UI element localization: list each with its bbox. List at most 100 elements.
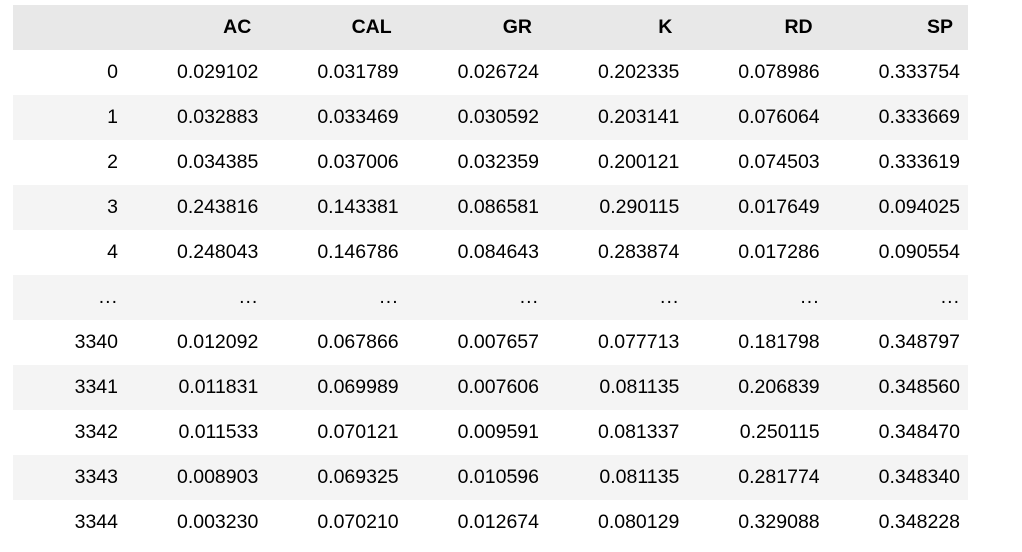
cell-gr: 0.030592 [406,95,547,140]
cell-rd: 0.281774 [687,455,828,500]
cell-rd: 0.181798 [687,320,828,365]
cell-k-ellipsis: ... [546,275,688,320]
cell-ac: 0.029102 [126,50,267,95]
index-column-header [13,5,126,50]
cell-sp: 0.348797 [827,320,968,365]
cell-rd: 0.250115 [687,410,828,455]
cell-sp: 0.348228 [827,500,968,545]
table-row: 2 0.034385 0.037006 0.032359 0.200121 0.… [13,140,968,185]
cell-k: 0.283874 [546,230,688,275]
cell-cal: 0.033469 [266,95,407,140]
cell-sp: 0.333669 [827,95,968,140]
row-index: 1 [13,95,126,140]
cell-ac: 0.243816 [126,185,267,230]
table-header: AC CAL GR K RD SP [13,5,968,50]
cell-sp: 0.094025 [827,185,968,230]
cell-rd: 0.206839 [687,365,828,410]
cell-ac-ellipsis: ... [126,275,267,320]
cell-ac: 0.003230 [126,500,267,545]
cell-ac: 0.034385 [126,140,267,185]
dataframe-table: AC CAL GR K RD SP 0 0.029102 0.031789 0.… [13,5,968,545]
cell-cal-ellipsis: ... [266,275,407,320]
cell-sp: 0.090554 [827,230,968,275]
cell-sp: 0.348340 [827,455,968,500]
cell-k: 0.081135 [546,365,688,410]
cell-cal: 0.037006 [266,140,407,185]
cell-ac: 0.248043 [126,230,267,275]
column-header-gr: GR [406,5,547,50]
cell-rd: 0.329088 [687,500,828,545]
row-index: 3344 [13,500,126,545]
cell-gr: 0.009591 [406,410,547,455]
table-row: 3341 0.011831 0.069989 0.007606 0.081135… [13,365,968,410]
column-header-cal: CAL [266,5,407,50]
cell-ac: 0.011533 [126,410,267,455]
cell-k: 0.290115 [546,185,688,230]
cell-sp-ellipsis: ... [827,275,968,320]
cell-sp: 0.333754 [827,50,968,95]
cell-sp: 0.348560 [827,365,968,410]
table-row: 3340 0.012092 0.067866 0.007657 0.077713… [13,320,968,365]
table-row: 3344 0.003230 0.070210 0.012674 0.080129… [13,500,968,545]
cell-cal: 0.031789 [266,50,407,95]
cell-sp: 0.348470 [827,410,968,455]
table-body: 0 0.029102 0.031789 0.026724 0.202335 0.… [13,50,968,545]
cell-cal: 0.146786 [266,230,407,275]
cell-sp: 0.333619 [827,140,968,185]
row-index: 3 [13,185,126,230]
cell-gr: 0.007606 [406,365,547,410]
cell-ac: 0.011831 [126,365,267,410]
cell-gr: 0.026724 [406,50,547,95]
cell-gr: 0.084643 [406,230,547,275]
row-index: 3342 [13,410,126,455]
column-header-k: K [546,5,688,50]
cell-k: 0.202335 [546,50,688,95]
cell-rd: 0.076064 [687,95,828,140]
cell-k: 0.203141 [546,95,688,140]
row-index: 3343 [13,455,126,500]
cell-rd: 0.078986 [687,50,828,95]
column-header-sp: SP [827,5,968,50]
cell-gr: 0.012674 [406,500,547,545]
column-header-rd: RD [687,5,828,50]
table-row: 0 0.029102 0.031789 0.026724 0.202335 0.… [13,50,968,95]
column-header-ac: AC [126,5,267,50]
cell-rd: 0.017286 [687,230,828,275]
cell-cal: 0.069325 [266,455,407,500]
cell-cal: 0.143381 [266,185,407,230]
header-row: AC CAL GR K RD SP [13,5,968,50]
cell-ac: 0.008903 [126,455,267,500]
cell-k: 0.080129 [546,500,688,545]
cell-cal: 0.070121 [266,410,407,455]
cell-ac: 0.032883 [126,95,267,140]
cell-k: 0.081135 [546,455,688,500]
row-index: 2 [13,140,126,185]
table-row: 4 0.248043 0.146786 0.084643 0.283874 0.… [13,230,968,275]
row-index: 3340 [13,320,126,365]
cell-cal: 0.070210 [266,500,407,545]
cell-gr: 0.010596 [406,455,547,500]
dataframe-container: AC CAL GR K RD SP 0 0.029102 0.031789 0.… [0,0,1022,545]
cell-rd-ellipsis: ... [687,275,828,320]
cell-rd: 0.074503 [687,140,828,185]
cell-ac: 0.012092 [126,320,267,365]
table-row: 3343 0.008903 0.069325 0.010596 0.081135… [13,455,968,500]
cell-k: 0.200121 [546,140,688,185]
table-row-truncation: ... ... ... ... ... ... ... [13,275,968,320]
row-index-ellipsis: ... [13,275,126,320]
table-row: 1 0.032883 0.033469 0.030592 0.203141 0.… [13,95,968,140]
cell-gr: 0.032359 [406,140,547,185]
cell-k: 0.077713 [546,320,688,365]
row-index: 3341 [13,365,126,410]
table-row: 3342 0.011533 0.070121 0.009591 0.081337… [13,410,968,455]
cell-gr: 0.007657 [406,320,547,365]
cell-cal: 0.069989 [266,365,407,410]
row-index: 4 [13,230,126,275]
row-index: 0 [13,50,126,95]
cell-cal: 0.067866 [266,320,407,365]
table-row: 3 0.243816 0.143381 0.086581 0.290115 0.… [13,185,968,230]
cell-gr: 0.086581 [406,185,547,230]
cell-rd: 0.017649 [687,185,828,230]
cell-k: 0.081337 [546,410,688,455]
cell-gr-ellipsis: ... [406,275,547,320]
